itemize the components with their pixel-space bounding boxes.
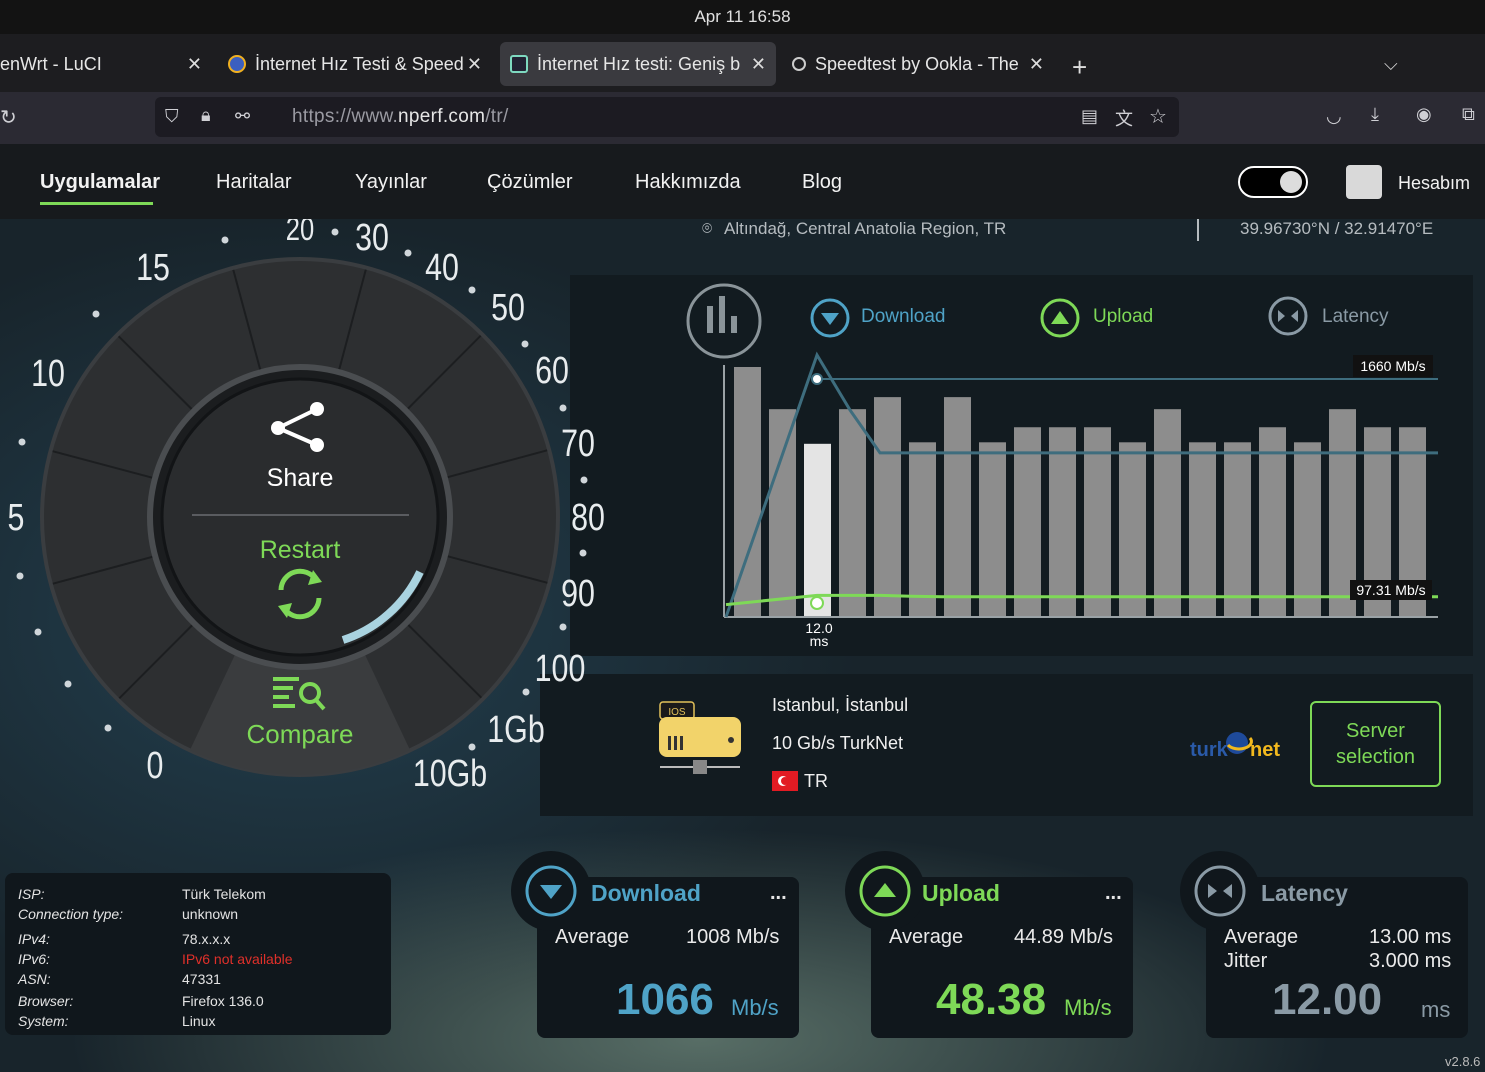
upload-card-title: Upload [922, 880, 1000, 906]
latency-avg-value: 13.00 ms [1369, 926, 1452, 948]
latency-unit: ms [1421, 997, 1451, 1022]
download-speed-value: 1066 [616, 975, 714, 1024]
latency-card-arrows-icon [1194, 865, 1246, 917]
upload-speed-value: 48.38 [936, 975, 1047, 1024]
download-avg-label: Average [555, 926, 630, 948]
version-label: v2.8.6 [1445, 1054, 1481, 1069]
jitter-label: Jitter [1224, 950, 1268, 972]
upload-card-arrow-icon [859, 865, 911, 917]
upload-avg-label: Average [889, 926, 964, 948]
download-more-menu[interactable]: ... [770, 882, 787, 905]
download-speed-unit: Mb/s [731, 995, 779, 1020]
latency-avg-label: Average [1224, 926, 1299, 948]
upload-avg-value: 44.89 Mb/s [1014, 926, 1113, 948]
upload-speed-unit: Mb/s [1064, 995, 1112, 1020]
download-card-arrow-icon [525, 865, 577, 917]
latency-value: 12.00 [1272, 975, 1383, 1024]
upload-more-menu[interactable]: ... [1105, 882, 1122, 905]
download-avg-value: 1008 Mb/s [686, 926, 780, 948]
jitter-value: 3.000 ms [1369, 950, 1452, 972]
card-icons-overlay [525, 865, 1246, 917]
download-card-title: Download [591, 880, 701, 906]
latency-card-title: Latency [1261, 880, 1348, 906]
